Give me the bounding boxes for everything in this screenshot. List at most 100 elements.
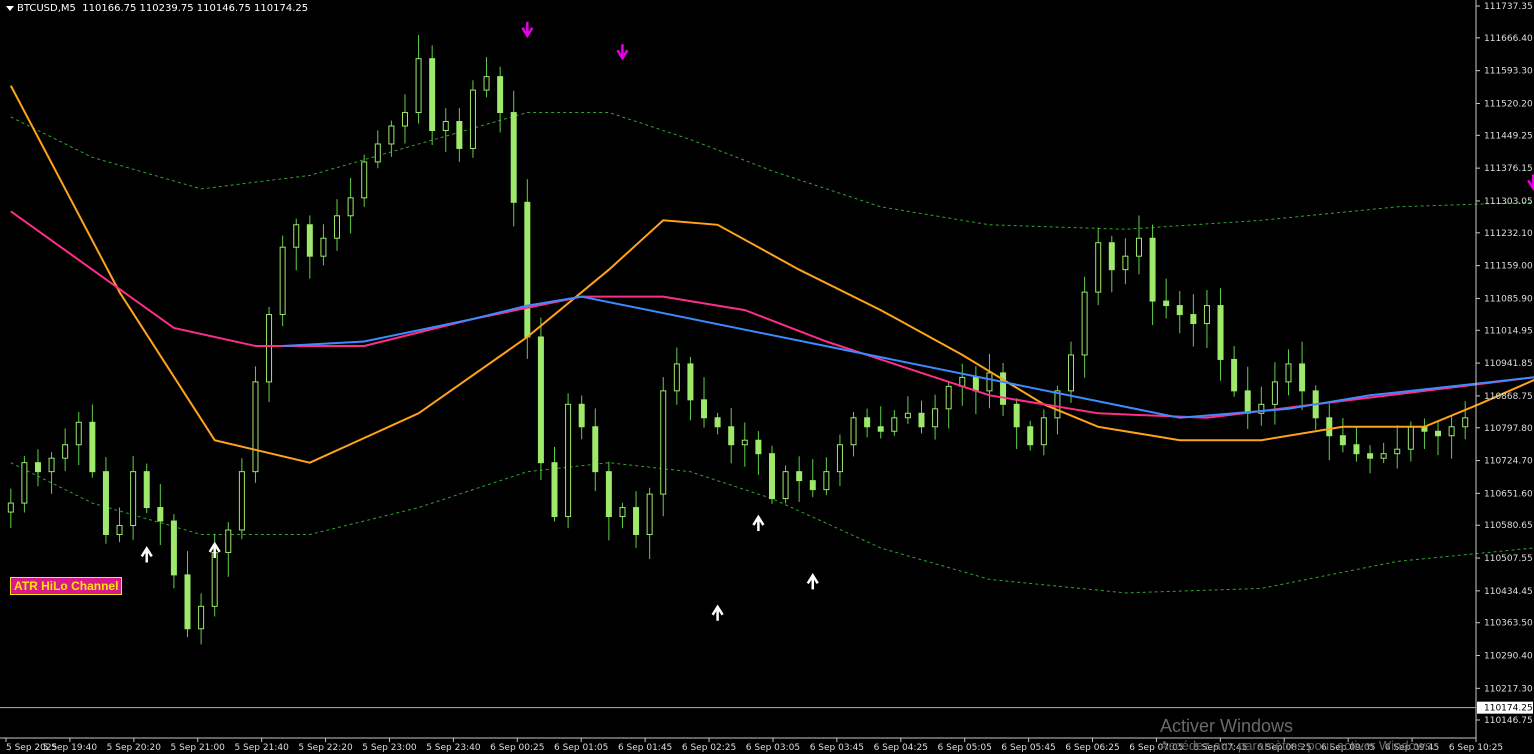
candle-body [741,439,748,446]
candle-body [1380,453,1387,459]
candle-body [116,525,123,535]
candle-body [34,462,41,473]
candle-body [796,471,803,482]
x-tick-label: 6 Sep 01:45 [618,743,672,753]
candle-body [497,76,504,114]
y-tick-label: 111593.30 [1484,67,1533,77]
y-tick-label: 110941.85 [1484,359,1533,369]
candle-body [1394,448,1401,455]
y-tick-label: 110363.50 [1484,619,1533,629]
y-tick-label: 110868.75 [1484,392,1533,402]
candle-body [306,224,313,257]
candle-body [1163,300,1170,307]
candle-body [1244,390,1251,414]
x-tick-label: 6 Sep 05:45 [1001,743,1055,753]
candle-body [605,471,612,518]
candle-body [1190,314,1197,325]
x-tick-label: 5 Sep 23:00 [362,743,417,753]
candle-body [510,112,517,203]
x-tick-label: 5 Sep 23:40 [426,743,481,753]
x-tick-label: 6 Sep 05:05 [938,743,992,753]
candle-body [469,89,476,149]
candle-body [1339,435,1346,446]
candle-body [660,390,667,495]
candle-body [184,574,191,630]
candle-body [266,314,273,383]
candle-body [551,462,558,518]
candle-body [864,417,871,428]
candle-body [565,403,572,518]
y-tick-label: 110507.55 [1484,554,1533,564]
x-tick-label: 6 Sep 04:25 [874,743,928,753]
candle-body [1285,363,1292,383]
y-tick-label: 111666.40 [1484,34,1533,44]
candle-body [157,507,164,522]
candle-body [7,502,14,513]
candle-body [633,507,640,535]
indicator-label: ATR HiLo Channel [10,577,123,595]
candle-body [1068,354,1075,392]
price-chart[interactable]: 111737.35 111666.40 111593.30 111520.20 1114… [0,0,1534,754]
symbol-header[interactable]: BTCUSD,M5 110166.75 110239.75 110146.75 … [6,3,308,14]
y-tick-label: 110651.60 [1484,489,1533,499]
y-tick-label: 110797.80 [1484,424,1533,434]
candle-body [1135,237,1142,257]
candle-body [809,480,816,491]
candle-body [619,507,626,518]
ohlc-values: 110166.75 110239.75 110146.75 110174.25 [82,3,309,14]
candle-body [687,363,694,401]
activate-windows-title: Activer Windows [1160,716,1294,736]
candle-body [456,121,463,149]
y-tick-label: 111232.10 [1484,229,1533,239]
candle-body [429,58,436,131]
candle-body [728,426,735,446]
candle-body [646,493,653,535]
candle-body [537,336,544,464]
candle-body [673,363,680,392]
candle-body [701,399,708,419]
candle-body [1013,403,1020,428]
candle-body [252,381,259,473]
candle-body [1353,444,1360,455]
candle-body [1040,417,1047,446]
x-tick-label: 5 Sep 22:20 [298,743,353,753]
candle-body [918,412,925,428]
candle-body [1326,417,1333,437]
candle-body [374,143,381,163]
y-tick-label: 111376.15 [1484,164,1533,174]
candle-body [320,237,327,257]
candle-body [225,529,232,553]
candle-body [334,215,341,239]
y-tick-label: 111737.35 [1484,2,1533,12]
x-tick-label: 6 Sep 03:05 [746,743,800,753]
candle-body [361,161,368,199]
symbol-name: BTCUSD,M5 [17,3,76,14]
y-tick-label: 111520.20 [1484,99,1533,109]
candle-body [48,457,55,473]
y-tick-label: 110146.75 [1484,716,1533,726]
candle-body [1435,430,1442,437]
candle-body [524,201,531,338]
candle-body [932,408,939,428]
candle-body [442,121,449,131]
y-tick-label: 110724.70 [1484,457,1533,467]
x-tick-label: 5 Sep 21:00 [171,743,226,753]
collapse-triangle-icon[interactable] [6,5,14,11]
x-tick-label: 5 Sep 19:40 [43,743,98,753]
candle-body [21,462,28,504]
y-tick-label: 110217.30 [1484,684,1533,694]
candle-body [102,471,109,535]
candle-body [578,403,585,428]
candle-body [347,197,354,217]
candle-body [1462,417,1469,428]
candle-body [75,421,82,446]
candle-body [1217,305,1224,360]
x-tick-label: 6 Sep 06:25 [1065,743,1119,753]
candle-body [62,444,69,459]
y-tick-label: 110434.45 [1484,587,1533,597]
candle-body [755,439,762,455]
candle-body [293,224,300,248]
candle-body [170,520,177,576]
candle-body [1448,426,1455,437]
y-tick-label: 111085.90 [1484,294,1533,304]
